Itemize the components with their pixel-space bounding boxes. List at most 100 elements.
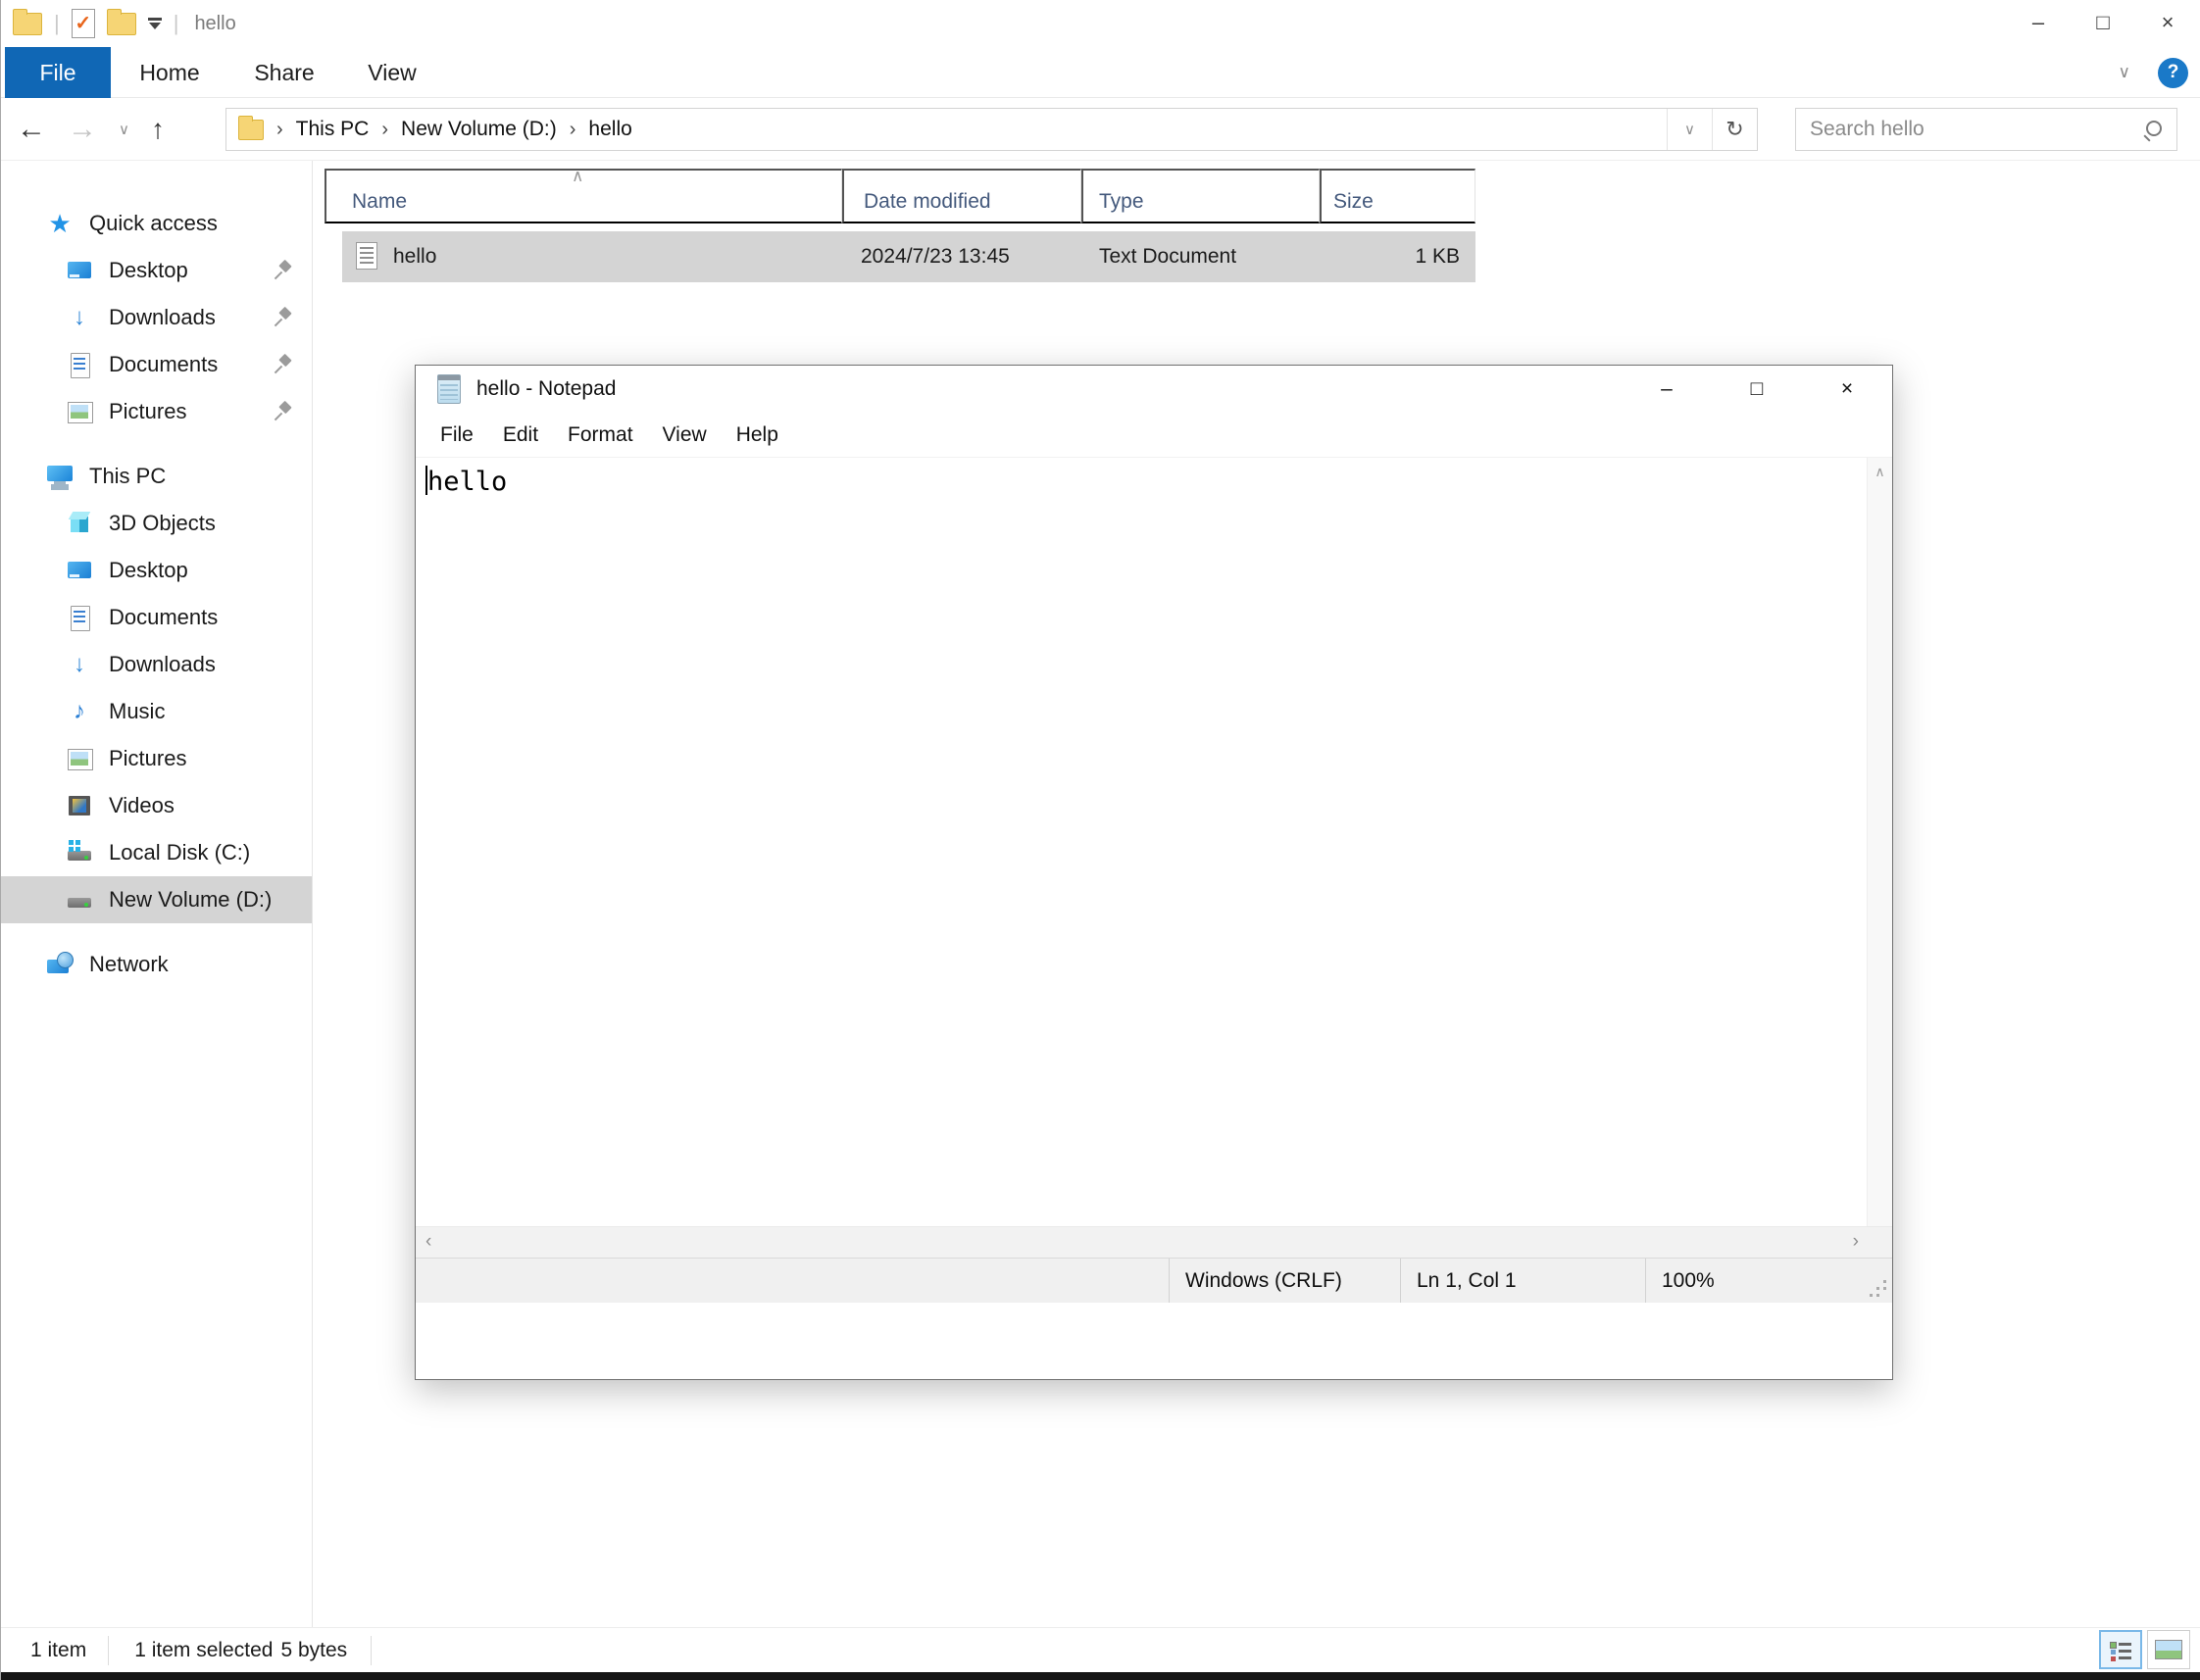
close-button[interactable]: × bbox=[2135, 0, 2200, 45]
scroll-right-icon[interactable]: › bbox=[1853, 1231, 1859, 1253]
scroll-up-icon[interactable]: ∧ bbox=[1868, 464, 1892, 480]
pin-icon bbox=[273, 355, 292, 374]
local-disk-icon bbox=[66, 840, 93, 865]
view-toggle-buttons bbox=[2099, 1630, 2190, 1669]
minimize-button[interactable]: – bbox=[2006, 0, 2071, 45]
sidebar-item-desktop[interactable]: Desktop bbox=[1, 547, 312, 594]
notepad-menu-help[interactable]: Help bbox=[722, 423, 793, 447]
address-history-chevron-icon[interactable]: ∨ bbox=[1667, 109, 1712, 150]
check-icon: ✓ bbox=[75, 13, 92, 34]
maximize-button[interactable]: □ bbox=[2071, 0, 2135, 45]
column-headers: ∧ Name Date modified Type Size bbox=[325, 167, 1475, 223]
sidebar-item-pictures-pinned[interactable]: Pictures bbox=[1, 388, 312, 435]
selection-size: 5 bytes bbox=[280, 1639, 348, 1661]
explorer-statusbar: 1 item 1 item selected 5 bytes bbox=[1, 1627, 2200, 1672]
tab-file[interactable]: File bbox=[5, 47, 111, 98]
breadcrumb-separator: › bbox=[276, 118, 283, 140]
notepad-menu-format[interactable]: Format bbox=[553, 423, 648, 447]
notepad-menu-edit[interactable]: Edit bbox=[488, 423, 553, 447]
column-header-size[interactable]: Size bbox=[1320, 169, 1475, 223]
sidebar-item-desktop-pinned[interactable]: Desktop bbox=[1, 247, 312, 294]
desktop-icon bbox=[66, 558, 93, 583]
customize-toolbar-dropdown-icon[interactable] bbox=[147, 18, 162, 29]
notepad-titlebar[interactable]: hello - Notepad – □ × bbox=[416, 366, 1892, 413]
sidebar-item-videos[interactable]: Videos bbox=[1, 782, 312, 829]
sidebar-item-downloads-pinned[interactable]: ↓ Downloads bbox=[1, 294, 312, 341]
properties-icon[interactable]: ✓ bbox=[71, 9, 95, 38]
column-header-type[interactable]: Type bbox=[1081, 169, 1320, 223]
downloads-icon: ↓ bbox=[74, 304, 85, 330]
notepad-text-area[interactable]: hello bbox=[416, 458, 1867, 1303]
notepad-body: hello ∧ ∨ ‹ › Windows (CRLF) Ln 1, Col 1… bbox=[416, 458, 1892, 1303]
sidebar-item-new-volume-d[interactable]: New Volume (D:) bbox=[1, 876, 312, 923]
pin-icon bbox=[273, 402, 292, 421]
sidebar-item-music[interactable]: ♪ Music bbox=[1, 688, 312, 735]
sidebar-item-this-pc[interactable]: This PC bbox=[1, 453, 312, 500]
zoom-level-indicator: 100% bbox=[1645, 1259, 1892, 1303]
address-bar[interactable]: › This PC › New Volume (D:) › hello ∨ ↻ bbox=[225, 108, 1758, 151]
search-icon[interactable] bbox=[2141, 119, 2163, 140]
new-folder-icon[interactable] bbox=[106, 8, 136, 35]
notepad-window: hello - Notepad – □ × File Edit Format V… bbox=[415, 365, 1893, 1380]
statusbar-divider bbox=[371, 1636, 373, 1665]
notepad-menu-file[interactable]: File bbox=[425, 423, 488, 447]
sidebar-item-documents-pinned[interactable]: Documents bbox=[1, 341, 312, 388]
sidebar-item-quick-access[interactable]: ★ Quick access bbox=[1, 200, 312, 247]
notepad-close-button[interactable]: × bbox=[1802, 366, 1892, 412]
tab-share[interactable]: Share bbox=[241, 47, 327, 98]
notepad-icon bbox=[437, 374, 461, 404]
breadcrumb-hello[interactable]: hello bbox=[588, 118, 631, 141]
window-title: hello bbox=[194, 12, 236, 34]
resize-grip-icon[interactable] bbox=[1869, 1279, 1886, 1297]
refresh-icon[interactable]: ↻ bbox=[1712, 109, 1757, 150]
pictures-icon bbox=[66, 399, 93, 424]
statusbar-spacer bbox=[416, 1259, 1169, 1303]
details-view-button[interactable] bbox=[2099, 1630, 2142, 1669]
text-file-icon bbox=[356, 242, 377, 270]
notepad-horizontal-scrollbar[interactable]: ‹ › bbox=[416, 1226, 1892, 1258]
file-row-hello[interactable]: hello 2024/7/23 13:45 Text Document 1 KB bbox=[342, 231, 1475, 282]
breadcrumb-this-pc[interactable]: This PC bbox=[296, 118, 370, 141]
sidebar-item-local-disk-c[interactable]: Local Disk (C:) bbox=[1, 829, 312, 876]
forward-button[interactable]: → bbox=[68, 115, 97, 144]
notepad-minimize-button[interactable]: – bbox=[1622, 366, 1712, 412]
sidebar-item-pictures[interactable]: Pictures bbox=[1, 735, 312, 782]
quick-access-toolbar: | ✓ | hello bbox=[13, 5, 236, 42]
folder-icon bbox=[13, 8, 42, 35]
notepad-vertical-scrollbar[interactable]: ∧ ∨ bbox=[1867, 458, 1892, 1303]
tab-view[interactable]: View bbox=[349, 47, 435, 98]
downloads-icon: ↓ bbox=[74, 651, 85, 677]
statusbar-left: 1 item 1 item selected 5 bytes bbox=[30, 1628, 373, 1673]
file-name: hello bbox=[393, 245, 437, 268]
tab-home[interactable]: Home bbox=[126, 47, 213, 98]
notepad-maximize-button[interactable]: □ bbox=[1712, 366, 1802, 412]
notepad-menu-view[interactable]: View bbox=[648, 423, 722, 447]
selection-count: 1 item selected bbox=[134, 1639, 274, 1661]
up-button[interactable]: ↑ bbox=[151, 116, 165, 143]
sidebar-item-3d-objects[interactable]: 3D Objects bbox=[1, 500, 312, 547]
help-icon[interactable]: ? bbox=[2158, 57, 2188, 88]
sidebar-item-documents[interactable]: Documents bbox=[1, 594, 312, 641]
sidebar-item-network[interactable]: Network bbox=[1, 941, 312, 988]
expand-ribbon-chevron-icon[interactable]: ∨ bbox=[2119, 63, 2130, 82]
cursor-position-indicator: Ln 1, Col 1 bbox=[1400, 1259, 1645, 1303]
pin-icon bbox=[273, 261, 292, 280]
pin-icon bbox=[273, 308, 292, 327]
navigation-pane: ★ Quick access Desktop ↓ Downloads Docum… bbox=[1, 161, 313, 1627]
navigation-bar: ← → ∨ ↑ › This PC › New Volume (D:) › he… bbox=[1, 98, 2200, 161]
breadcrumb-separator: › bbox=[569, 118, 576, 140]
documents-icon bbox=[66, 605, 93, 631]
ribbon-right-controls: ∨ ? bbox=[2119, 47, 2188, 98]
breadcrumb-new-volume-d[interactable]: New Volume (D:) bbox=[401, 118, 557, 141]
this-pc-icon bbox=[46, 464, 74, 489]
scroll-left-icon[interactable]: ‹ bbox=[425, 1231, 431, 1253]
back-button[interactable]: ← bbox=[17, 115, 46, 144]
column-header-date-modified[interactable]: Date modified bbox=[842, 169, 1081, 223]
column-header-name[interactable]: Name bbox=[325, 169, 842, 223]
recent-locations-chevron-icon[interactable]: ∨ bbox=[119, 123, 129, 137]
desktop-icon bbox=[66, 258, 93, 283]
large-icons-view-button[interactable] bbox=[2147, 1630, 2190, 1669]
search-box[interactable]: Search hello bbox=[1795, 108, 2177, 151]
sidebar-item-downloads[interactable]: ↓ Downloads bbox=[1, 641, 312, 688]
videos-icon bbox=[66, 793, 93, 818]
